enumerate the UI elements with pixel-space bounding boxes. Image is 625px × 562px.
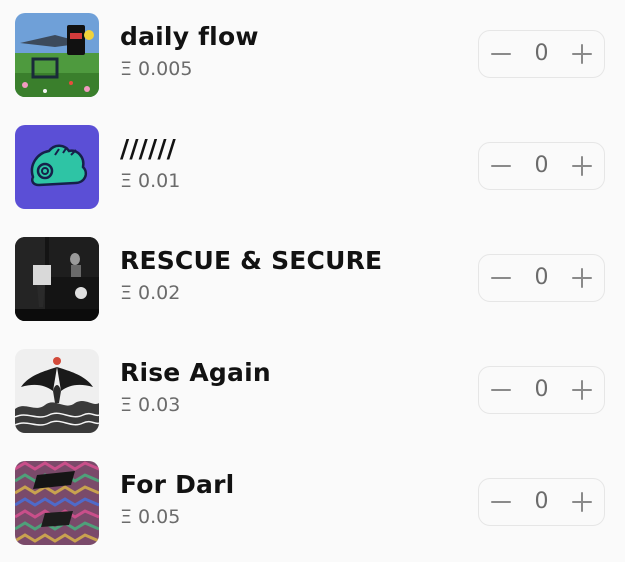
quantity-value[interactable]: 0 bbox=[523, 31, 560, 77]
item-title: RESCUE & SECURE bbox=[120, 246, 383, 275]
decrement-button[interactable] bbox=[479, 31, 523, 77]
increment-button[interactable] bbox=[560, 255, 604, 301]
item-thumbnail-daily-flow[interactable] bbox=[15, 13, 99, 97]
increment-button[interactable] bbox=[560, 143, 604, 189]
quantity-stepper: 0 bbox=[478, 254, 605, 302]
plus-icon bbox=[572, 156, 592, 176]
item-price-value: 0.02 bbox=[138, 282, 181, 304]
quantity-value[interactable]: 0 bbox=[523, 367, 560, 413]
increment-button[interactable] bbox=[560, 479, 604, 525]
item-thumbnail-for-darl[interactable] bbox=[15, 461, 99, 545]
eth-icon: Ξ bbox=[120, 170, 133, 192]
eth-icon: Ξ bbox=[120, 506, 133, 528]
item-price-value: 0.03 bbox=[138, 394, 181, 416]
item-thumbnail-rescue-secure[interactable] bbox=[15, 237, 99, 321]
plus-icon bbox=[572, 380, 592, 400]
eth-icon: Ξ bbox=[120, 282, 133, 304]
quantity-stepper: 0 bbox=[478, 366, 605, 414]
list-item: ////// Ξ 0.01 0 bbox=[0, 112, 625, 224]
item-price: Ξ 0.02 bbox=[120, 282, 180, 304]
item-title: Rise Again bbox=[120, 358, 271, 387]
eth-icon: Ξ bbox=[120, 394, 133, 416]
rescue-secure-artwork bbox=[15, 237, 99, 321]
blue-creature-artwork bbox=[15, 125, 99, 209]
item-price-value: 0.05 bbox=[138, 506, 181, 528]
eth-icon: Ξ bbox=[120, 58, 133, 80]
rise-again-artwork bbox=[15, 349, 99, 433]
decrement-button[interactable] bbox=[479, 255, 523, 301]
quantity-value[interactable]: 0 bbox=[523, 143, 560, 189]
quantity-value[interactable]: 0 bbox=[523, 255, 560, 301]
item-price: Ξ 0.03 bbox=[120, 394, 180, 416]
quantity-stepper: 0 bbox=[478, 478, 605, 526]
decrement-button[interactable] bbox=[479, 479, 523, 525]
item-title: For Darl bbox=[120, 470, 235, 499]
item-thumbnail-rise-again[interactable] bbox=[15, 349, 99, 433]
decrement-button[interactable] bbox=[479, 367, 523, 413]
item-title: ////// bbox=[120, 134, 176, 163]
decrement-button[interactable] bbox=[479, 143, 523, 189]
item-price-value: 0.005 bbox=[138, 58, 193, 80]
minus-icon bbox=[491, 492, 511, 512]
item-price-value: 0.01 bbox=[138, 170, 181, 192]
increment-button[interactable] bbox=[560, 367, 604, 413]
plus-icon bbox=[572, 44, 592, 64]
minus-icon bbox=[491, 268, 511, 288]
minus-icon bbox=[491, 44, 511, 64]
list-item: Rise Again Ξ 0.03 0 bbox=[0, 336, 625, 448]
cart-item-list: daily flow Ξ 0.005 0 ////// Ξ 0.01 0 RES… bbox=[0, 0, 625, 562]
increment-button[interactable] bbox=[560, 31, 604, 77]
list-item: RESCUE & SECURE Ξ 0.02 0 bbox=[0, 224, 625, 336]
list-item: For Darl Ξ 0.05 0 bbox=[0, 448, 625, 560]
item-price: Ξ 0.005 bbox=[120, 58, 192, 80]
list-item: daily flow Ξ 0.005 0 bbox=[0, 0, 625, 112]
item-title: daily flow bbox=[120, 22, 259, 51]
item-thumbnail-slashes[interactable] bbox=[15, 125, 99, 209]
quantity-stepper: 0 bbox=[478, 30, 605, 78]
item-price: Ξ 0.05 bbox=[120, 506, 180, 528]
plus-icon bbox=[572, 268, 592, 288]
quantity-value[interactable]: 0 bbox=[523, 479, 560, 525]
quantity-stepper: 0 bbox=[478, 142, 605, 190]
plus-icon bbox=[572, 492, 592, 512]
for-darl-artwork bbox=[15, 461, 99, 545]
minus-icon bbox=[491, 380, 511, 400]
daily-flow-artwork bbox=[15, 13, 99, 97]
item-price: Ξ 0.01 bbox=[120, 170, 180, 192]
minus-icon bbox=[491, 156, 511, 176]
